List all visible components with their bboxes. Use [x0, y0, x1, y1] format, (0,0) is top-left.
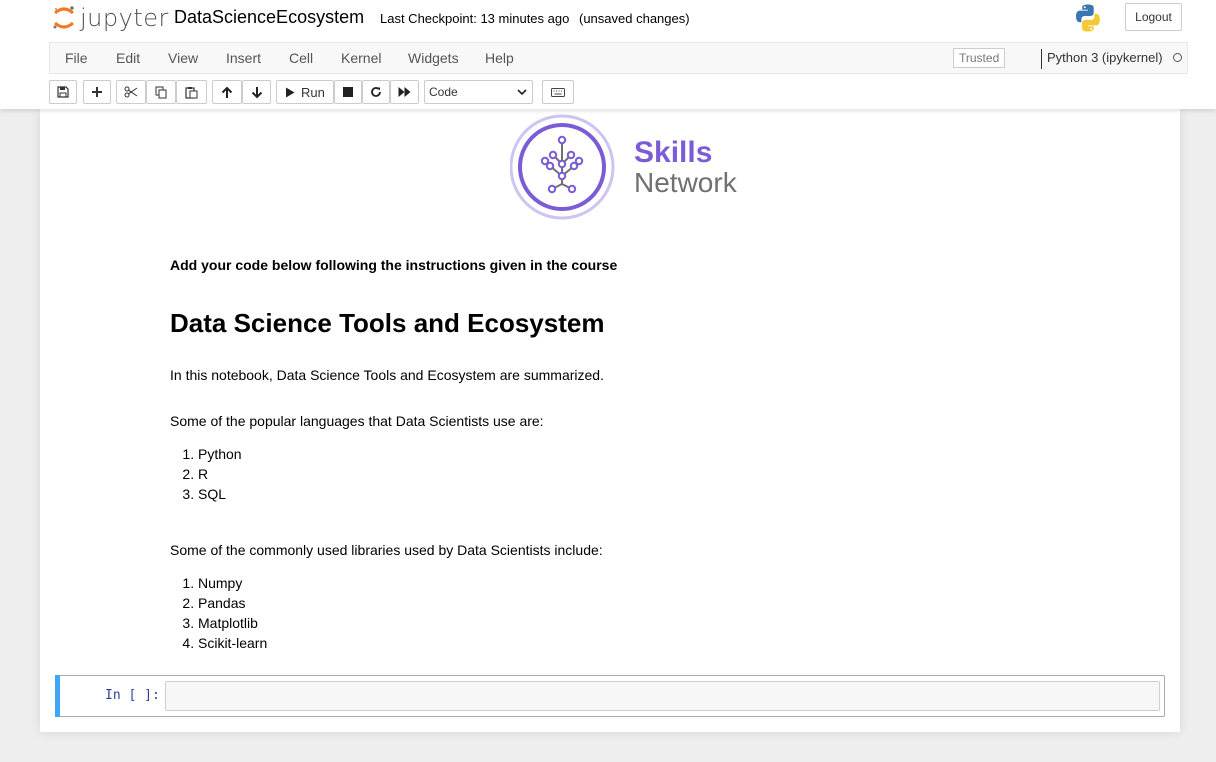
copy-button[interactable]	[146, 80, 176, 104]
save-icon	[57, 86, 69, 98]
jupyter-logo[interactable]: jupyter	[52, 4, 169, 32]
code-editor-input[interactable]	[165, 681, 1160, 711]
notebook-name[interactable]: DataScienceEcosystem	[174, 7, 364, 28]
insert-cell-button[interactable]	[83, 80, 111, 104]
cut-button[interactable]	[116, 80, 146, 104]
kernel-idle-icon	[1173, 53, 1182, 62]
menu-view[interactable]: View	[168, 50, 198, 66]
cell-type-select[interactable]: Code	[424, 80, 533, 104]
skills-network-logo: Skills Network	[509, 112, 760, 220]
notebook-container: Skills Network Add your code below follo…	[40, 109, 1180, 732]
arrow-down-icon	[251, 86, 262, 98]
menu-widgets[interactable]: Widgets	[408, 50, 459, 66]
copy-icon	[155, 86, 166, 98]
kernel-separator	[1041, 49, 1042, 69]
fast-forward-icon	[398, 87, 411, 97]
run-label: Run	[301, 84, 325, 100]
instruction-text: Add your code below following the instru…	[170, 257, 618, 273]
menu-file[interactable]: File	[65, 50, 88, 66]
notebook-title: Data Science Tools and Ecosystem	[170, 308, 605, 338]
cell-type-value: Code	[429, 85, 458, 99]
python-logo-icon	[1073, 3, 1103, 38]
restart-button[interactable]	[362, 80, 390, 104]
move-up-button[interactable]	[212, 80, 242, 104]
menu-edit[interactable]: Edit	[116, 50, 140, 66]
input-prompt: In [ ]:	[105, 688, 160, 703]
menu-cell[interactable]: Cell	[289, 50, 313, 66]
interrupt-button[interactable]	[334, 80, 362, 104]
list-item: 2. R	[182, 466, 209, 482]
plus-icon	[92, 87, 102, 97]
selected-cell-indicator	[55, 675, 60, 717]
code-cell[interactable]: In [ ]:	[55, 675, 1165, 717]
run-button[interactable]: Run	[276, 80, 334, 104]
list-item: 2. Pandas	[182, 595, 246, 611]
menubar: File Edit View Insert Cell Kernel Widget…	[49, 42, 1188, 74]
jupyter-icon	[53, 6, 74, 29]
skills-logo-line2: Network	[634, 167, 738, 198]
command-palette-button[interactable]	[542, 80, 574, 104]
restart-icon	[371, 87, 381, 97]
list-item: 3. SQL	[182, 486, 227, 502]
menu-help[interactable]: Help	[485, 50, 514, 66]
keyboard-icon	[551, 87, 565, 97]
libraries-list: 1. Numpy 2. Pandas 3. Matplotlib 4. Scik…	[170, 573, 267, 653]
list-item: 1. Python	[182, 446, 242, 462]
menu-kernel[interactable]: Kernel	[341, 50, 381, 66]
jupyter-wordmark: jupyter	[80, 4, 169, 32]
notebook-header: jupyter DataScienceEcosystem Last Checkp…	[0, 0, 1216, 109]
trusted-indicator[interactable]: Trusted	[953, 48, 1006, 68]
arrow-up-icon	[221, 86, 233, 98]
languages-list: 1. Python 2. R 3. SQL	[170, 444, 242, 504]
cut-icon	[124, 86, 138, 98]
list-item: 3. Matplotlib	[182, 615, 258, 631]
languages-heading: Some of the popular languages that Data …	[170, 413, 544, 429]
logout-button[interactable]: Logout	[1125, 3, 1182, 31]
paste-icon	[185, 86, 198, 99]
skills-logo-line1: Skills	[634, 136, 712, 169]
checkpoint-status: Last Checkpoint: 13 minutes ago	[380, 11, 570, 26]
menu-insert[interactable]: Insert	[226, 50, 261, 66]
kernel-name[interactable]: Python 3 (ipykernel)	[1047, 50, 1163, 65]
restart-run-all-button[interactable]	[390, 80, 419, 104]
move-down-button[interactable]	[242, 80, 271, 104]
autosave-status: (unsaved changes)	[579, 11, 690, 26]
intro-text: In this notebook, Data Science Tools and…	[170, 367, 604, 383]
run-icon	[286, 87, 295, 97]
list-item: 4. Scikit-learn	[182, 635, 268, 651]
libraries-heading: Some of the commonly used libraries used…	[170, 542, 603, 558]
chevron-down-icon	[517, 89, 527, 96]
list-item: 1. Numpy	[182, 575, 243, 591]
stop-icon	[343, 87, 353, 97]
paste-button[interactable]	[176, 80, 207, 104]
save-button[interactable]	[49, 80, 77, 104]
